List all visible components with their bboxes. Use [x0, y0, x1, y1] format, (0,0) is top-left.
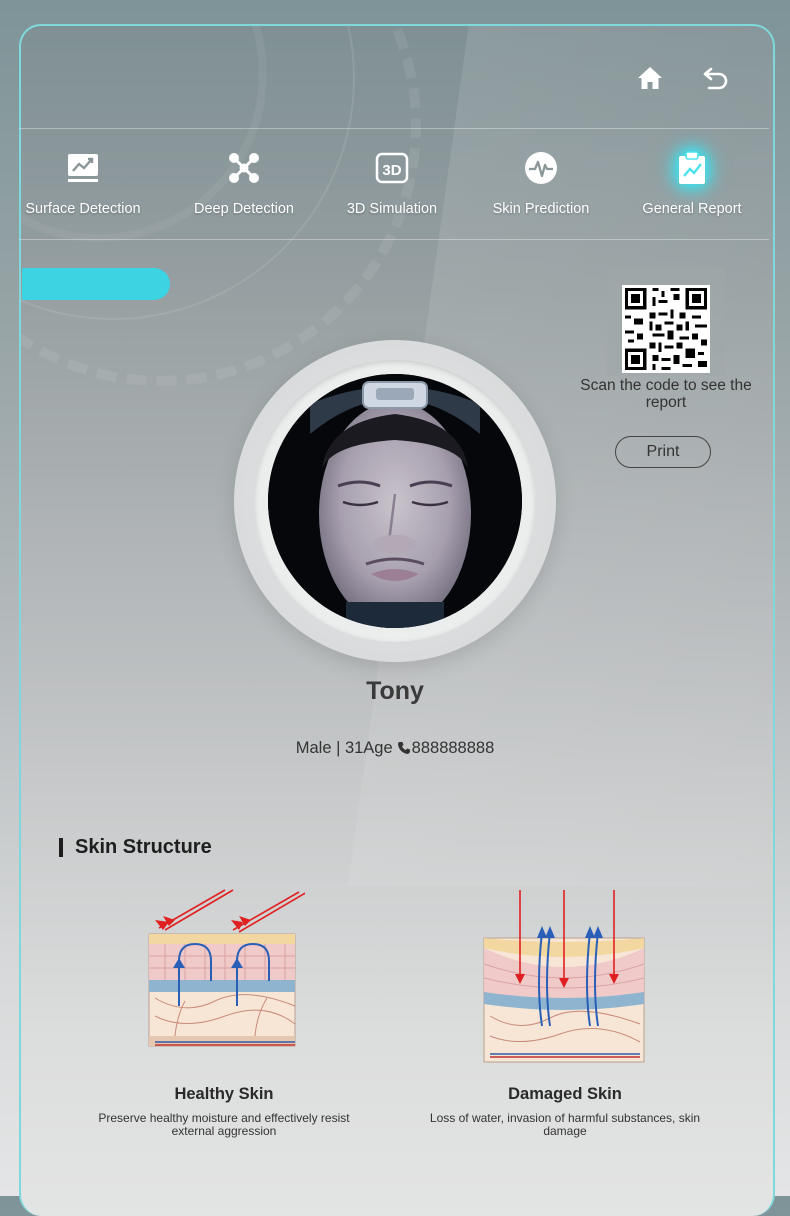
damaged-skin-diagram — [483, 890, 645, 1063]
phone-icon — [397, 742, 410, 754]
nav-3d-simulation[interactable]: 3D 3D Simulation — [337, 129, 447, 239]
healthy-skin-title: Healthy Skin — [174, 1085, 274, 1103]
pulse-icon — [525, 152, 557, 184]
nav-surface-detection[interactable]: Surface Detection — [19, 129, 147, 239]
gender-age: Male | 31Age — [295, 739, 393, 757]
scan-instruction: Scan the code to see the report — [580, 377, 752, 411]
nav-label: Skin Prediction — [492, 201, 590, 217]
accent-tab — [22, 268, 170, 300]
qr-code-icon[interactable] — [622, 285, 710, 373]
section-title-text: Skin Structure — [75, 836, 212, 858]
svg-text:3D: 3D — [382, 162, 401, 179]
back-arrow-icon[interactable] — [701, 63, 731, 93]
healthy-skin-desc: Preserve healthy moisture and effectivel… — [98, 1111, 350, 1138]
trend-chart-icon — [68, 154, 98, 182]
damaged-skin-title: Damaged Skin — [508, 1085, 622, 1103]
phone-number: 888888888 — [411, 739, 495, 757]
user-name: Tony — [366, 677, 424, 705]
nav-label: 3D Simulation — [346, 201, 438, 217]
nav-label: Surface Detection — [25, 201, 141, 217]
nav-label: Deep Detection — [194, 201, 294, 217]
home-icon[interactable] — [635, 63, 665, 93]
print-button[interactable]: Print — [615, 436, 711, 468]
damaged-skin-desc: Loss of water, invasion of harmful subst… — [429, 1111, 701, 1138]
3d-icon: 3D — [375, 152, 409, 184]
nav-deep-detection[interactable]: Deep Detection — [179, 129, 309, 239]
report-clipboard-icon — [679, 151, 705, 184]
healthy-skin-diagram — [148, 889, 305, 1047]
function-nav: Surface Detection Deep Detection 3D 3D S… — [19, 128, 769, 240]
nav-general-report[interactable]: General Report — [632, 129, 752, 239]
nav-label: General Report — [642, 201, 742, 217]
molecule-icon — [229, 153, 259, 183]
section-title: Skin Structure — [59, 836, 212, 859]
nav-skin-prediction[interactable]: Skin Prediction — [479, 129, 603, 239]
user-info: Male | 31Age 888888888 — [0, 739, 790, 758]
avatar — [268, 374, 522, 628]
face-photo — [268, 374, 522, 628]
